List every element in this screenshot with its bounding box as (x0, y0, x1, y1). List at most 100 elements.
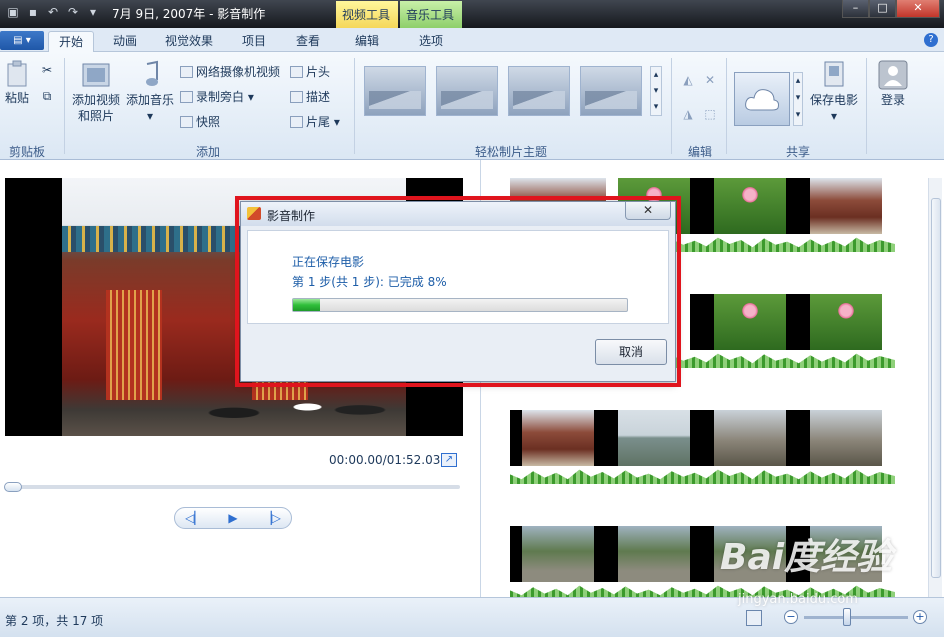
select-all-icon[interactable]: ⬚ (702, 106, 718, 122)
theme-thumbnail[interactable] (436, 66, 498, 116)
ribbon-tab-bar: ▤ ▾ 开始 动画 视觉效果 项目 查看 编辑 选项 ? (0, 28, 944, 52)
clip-thumbnail[interactable] (810, 294, 882, 350)
clip-thumbnail[interactable] (618, 410, 690, 466)
item-count: 第 2 项，共 17 项 (5, 614, 104, 628)
customize-dropdown-icon[interactable]: ▾ (86, 5, 100, 19)
webcam-label: 网络摄像机视频 (196, 65, 281, 79)
playback-controls: ◁▏ ▶ ▕▷ (174, 507, 292, 529)
clip-thumbnail[interactable] (810, 178, 882, 234)
clip-thumbnail[interactable] (690, 294, 714, 350)
minimize-button[interactable]: – (842, 0, 869, 18)
clip-thumbnail[interactable] (690, 410, 714, 466)
share-gallery-scroll[interactable]: ▴ ▾ ▾ (793, 72, 803, 126)
context-tab-video-tools: 视频工具 (336, 1, 398, 28)
rotate-right-icon[interactable]: ◮ (680, 106, 696, 122)
redo-icon[interactable]: ↷ (66, 5, 80, 19)
tab-edit[interactable]: 编辑 (346, 31, 388, 52)
webcam-icon (180, 66, 193, 78)
save-movie-label: 保存电影 (809, 93, 858, 107)
clip-thumbnail[interactable] (690, 178, 714, 234)
theme-thumbnail[interactable] (508, 66, 570, 116)
group-divider (671, 58, 672, 154)
sign-in-label: 登录 (880, 93, 905, 107)
rotate-left-icon[interactable]: ◭ (680, 72, 696, 88)
tab-animations[interactable]: 动画 (104, 31, 146, 52)
clipboard-icon (7, 60, 27, 87)
credits-button[interactable]: 片尾 ▾ (290, 114, 340, 130)
next-frame-button[interactable]: ▕▷ (260, 511, 284, 525)
storyboard-scrollbar[interactable] (928, 178, 942, 597)
tab-view[interactable]: 查看 (290, 31, 326, 52)
previous-frame-button[interactable]: ◁▏ (182, 511, 206, 525)
tab-options[interactable]: 选项 (410, 31, 452, 52)
clip-thumbnail[interactable] (594, 410, 618, 466)
snapshot-label: 快照 (196, 115, 221, 129)
clip-thumbnail[interactable] (714, 410, 786, 466)
fullscreen-button[interactable]: ↗ (441, 453, 457, 467)
film-photo-icon (82, 63, 110, 87)
record-narration-button[interactable]: 录制旁白 ▾ (180, 89, 254, 105)
dropdown-arrow-icon: ▾ (146, 109, 154, 123)
ribbon: 粘贴 ✂ ⧉ 剪贴板 添加视频 和照片 添加音乐 ▾ 网络摄像机视频 录制旁白 … (0, 52, 944, 160)
clip-thumbnail[interactable] (810, 410, 882, 466)
add-videos-label-1: 添加视频 (71, 93, 120, 107)
sign-in-button[interactable]: 登录 (874, 60, 912, 108)
clip-thumbnail[interactable] (786, 178, 810, 234)
cut-icon[interactable]: ✂ (38, 62, 56, 78)
film-save-icon (824, 61, 844, 87)
group-divider (726, 58, 727, 154)
clip-thumbnail[interactable] (522, 410, 594, 466)
copy-icon[interactable]: ⧉ (38, 88, 56, 104)
title-button[interactable]: 片头 (290, 64, 330, 80)
maximize-button[interactable]: □ (869, 0, 896, 18)
clip-thumbnail[interactable] (786, 294, 810, 350)
paste-label: 粘贴 (4, 91, 29, 105)
group-divider (354, 58, 355, 154)
tab-visual-effects[interactable]: 视觉效果 (160, 31, 218, 52)
play-button[interactable]: ▶ (221, 511, 245, 525)
clip-thumbnail[interactable] (690, 526, 714, 582)
tab-home[interactable]: 开始 (48, 31, 94, 52)
clip-thumbnail[interactable] (714, 178, 786, 234)
palace-door (106, 290, 162, 400)
seek-bar[interactable] (8, 485, 460, 489)
save-icon[interactable]: ▪ (26, 5, 40, 19)
tab-project[interactable]: 项目 (236, 31, 272, 52)
add-videos-label-2: 和照片 (77, 109, 114, 123)
webcam-video-button[interactable]: 网络摄像机视频 (180, 64, 280, 80)
remove-icon[interactable]: ✕ (702, 72, 718, 88)
add-videos-photos-button[interactable]: 添加视频 和照片 (70, 60, 122, 124)
theme-thumbnail[interactable] (364, 66, 426, 116)
undo-icon[interactable]: ↶ (46, 5, 60, 19)
clip-thumbnail[interactable] (786, 410, 810, 466)
app-icon[interactable]: ▣ (6, 5, 20, 19)
baidu-watermark: Bai度经验 jingyan.baidu.com (720, 528, 920, 618)
clip-thumbnail[interactable] (618, 526, 690, 582)
theme-thumbnail[interactable] (580, 66, 642, 116)
save-movie-button[interactable]: 保存电影 ▾ (808, 60, 860, 124)
app-menu-button[interactable]: ▤ ▾ (0, 31, 44, 50)
audio-waveform[interactable] (510, 469, 895, 484)
scrollbar-thumb[interactable] (931, 198, 941, 578)
cloud-icon (745, 89, 779, 111)
clip-thumbnail[interactable] (594, 526, 618, 582)
seek-thumb[interactable] (4, 482, 22, 492)
microphone-icon (180, 91, 193, 103)
window-title: 7月 9日, 2007年 - 影音制作 (112, 7, 266, 21)
caption-button[interactable]: 描述 (290, 89, 330, 105)
help-icon[interactable]: ? (924, 33, 938, 47)
add-music-label: 添加音乐 (125, 93, 174, 107)
clip-thumbnail[interactable] (510, 526, 522, 582)
clip-thumbnail[interactable] (522, 526, 594, 582)
share-gallery-item[interactable] (734, 72, 790, 126)
add-music-button[interactable]: 添加音乐 ▾ (124, 60, 176, 124)
clip-thumbnail[interactable] (714, 294, 786, 350)
paste-button[interactable]: 粘贴 (2, 60, 32, 106)
clip-thumbnail[interactable] (510, 410, 522, 466)
snapshot-button[interactable]: 快照 (180, 114, 220, 130)
theme-gallery-scroll[interactable]: ▴ ▾ ▾ (650, 66, 662, 116)
credits-icon (290, 116, 303, 128)
close-button[interactable]: ✕ (896, 0, 940, 18)
group-label-clipboard: 剪贴板 (9, 145, 46, 159)
title-icon (290, 66, 303, 78)
